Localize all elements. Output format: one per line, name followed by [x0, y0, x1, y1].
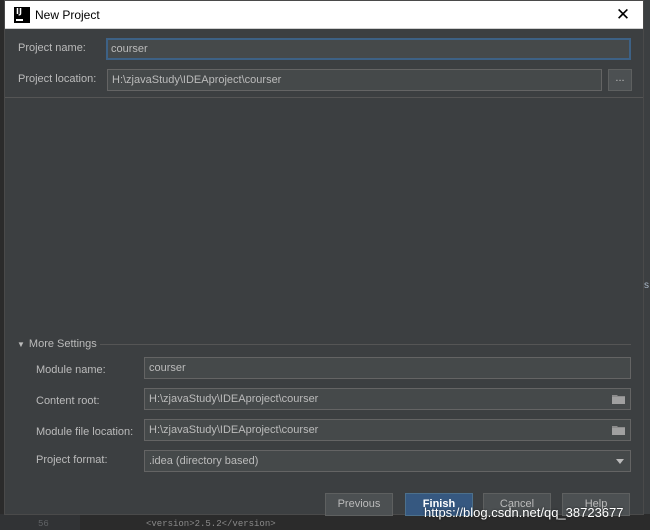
- folder-icon[interactable]: [612, 425, 625, 435]
- project-name-label: Project name:: [18, 42, 86, 54]
- close-button[interactable]: ✕: [603, 1, 643, 28]
- background-line-number: 56: [38, 519, 49, 529]
- top-separator: [5, 97, 643, 98]
- project-format-value: .idea (directory based): [149, 455, 259, 467]
- chevron-down-icon: [616, 459, 624, 464]
- module-name-input[interactable]: courser: [144, 357, 631, 379]
- module-file-location-label: Module file location:: [36, 426, 134, 438]
- project-name-input[interactable]: courser: [106, 38, 631, 60]
- project-location-input[interactable]: H:\zjavaStudy\IDEAproject\courser: [107, 69, 602, 91]
- folder-icon[interactable]: [612, 394, 625, 404]
- more-settings-separator: [100, 344, 631, 345]
- module-name-label: Module name:: [36, 364, 106, 376]
- background-code-line: <version>2.5.2</version>: [146, 519, 276, 529]
- project-format-select[interactable]: .idea (directory based): [144, 450, 631, 472]
- browse-location-button[interactable]: ...: [608, 69, 632, 91]
- module-file-location-input[interactable]: H:\zjavaStudy\IDEAproject\courser: [144, 419, 631, 441]
- close-icon: ✕: [615, 5, 631, 24]
- background-ide-panel: [643, 0, 650, 530]
- module-file-location-value: H:\zjavaStudy\IDEAproject\courser: [149, 424, 319, 436]
- project-location-label: Project location:: [18, 73, 97, 85]
- dialog-title: New Project: [35, 8, 100, 22]
- content-root-label: Content root:: [36, 395, 100, 407]
- more-settings-toggle[interactable]: ▼ More Settings: [17, 338, 97, 350]
- content-root-value: H:\zjavaStudy\IDEAproject\courser: [149, 393, 319, 405]
- intellij-icon: IJ: [14, 7, 30, 23]
- more-settings-label: More Settings: [28, 338, 97, 350]
- content-root-input[interactable]: H:\zjavaStudy\IDEAproject\courser: [144, 388, 631, 410]
- collapse-triangle-icon: ▼: [17, 340, 25, 349]
- watermark-text: https://blog.csdn.net/qq_38723677: [424, 505, 624, 520]
- title-bar: IJ New Project ✕: [5, 1, 643, 29]
- project-format-label: Project format:: [36, 454, 108, 466]
- new-project-dialog: IJ New Project ✕ Project name: courser P…: [4, 0, 644, 516]
- previous-button[interactable]: Previous: [325, 493, 393, 516]
- background-glyph: s: [644, 280, 649, 291]
